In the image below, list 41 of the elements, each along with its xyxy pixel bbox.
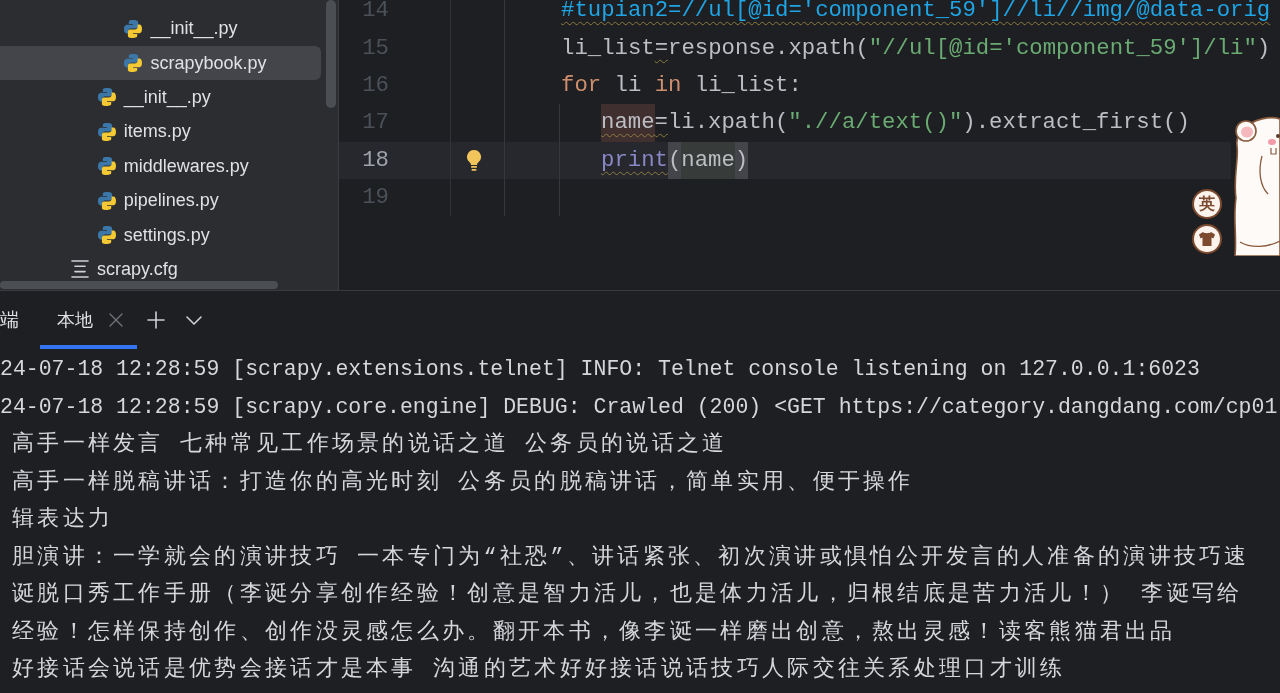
tree-item[interactable]: __init__.py [96, 86, 211, 109]
lightbulb-icon[interactable] [466, 149, 482, 172]
python-file-icon [123, 18, 144, 39]
chevron-down-icon[interactable] [186, 315, 202, 325]
tree-item[interactable]: scrapybook.py [0, 46, 321, 81]
python-file-icon [96, 190, 117, 211]
terminal-line: 高手一样脱稿讲话：打造你的高光时刻 公务员的脱稿讲话，简单实用、便于操作 [12, 468, 914, 496]
line-number: 18 [361, 145, 389, 175]
terminal-line: 24-07-18 12:28:59 [scrapy.core.engine] DEBUG: Crawled (200) <GET https://category.dangdang.com/cp01 [0, 393, 1278, 421]
terminal-line: 高手一样发言 七种常见工作场景的说话之道 公务员的说话之道 [12, 430, 728, 458]
tree-item[interactable]: items.py [96, 120, 191, 143]
terminal-line: 经验！怎样保持创作、创作没灵感怎么办。翻开本书，像李诞一样磨出创意，熬出灵感！读客熊猫君出品 [12, 618, 1176, 646]
terminal-line: 24-07-18 12:28:59 [scrapy.extensions.telnet] INFO: Telnet console listening on 127.0.0.1:6023 [0, 356, 1200, 383]
code-line: for li in li_list: [561, 71, 802, 100]
terminal-line: 好接话会说话是优势会接话才是本事 沟通的艺术好好接话说话技巧人际交往关系处理口才训练 [12, 655, 1066, 683]
python-file-icon [96, 225, 117, 246]
tree-item[interactable]: middlewares.py [96, 155, 249, 178]
python-file-icon [96, 121, 117, 142]
tree-item[interactable]: pipelines.py [96, 189, 219, 212]
code-line: name=li.xpath(".//a/text()").extract_first() [601, 104, 1190, 142]
python-file-icon [123, 53, 144, 74]
plus-icon[interactable] [147, 311, 165, 329]
shirt-icon[interactable] [1192, 224, 1222, 254]
tree-item[interactable]: settings.py [96, 224, 210, 247]
code-line: li_list=response.xpath("//ul[@id='component_59']/li") [561, 33, 1271, 63]
code-line: print(name) [601, 141, 749, 179]
python-file-icon [96, 87, 117, 108]
ime-mode-button[interactable]: 英 [1192, 189, 1222, 219]
tree-item[interactable]: __init__.py [123, 17, 238, 40]
python-file-icon [96, 156, 117, 177]
terminal-line: 诞脱口秀工作手册（李诞分享创作经验！创意是智力活儿，也是体力活儿，归根结底是苦力活儿！） 李诞写给 [12, 580, 1243, 608]
lines-icon [70, 259, 90, 280]
code-line: #tupian2=//ul[@id='component_59']//li//img/@data-orig [561, 0, 1271, 26]
horizontal-scrollbar[interactable] [0, 281, 278, 289]
terminal-tab[interactable]: 本地 [40, 291, 137, 349]
vertical-scrollbar[interactable] [326, 0, 336, 108]
panel-title: 端 [0, 308, 20, 332]
close-icon[interactable] [109, 313, 123, 327]
terminal-line: 胆演讲：一学就会的演讲技巧 一本专门为“社恐”、讲话紧张、初次演讲或惧怕公开发言的人准备的演讲技巧速 [12, 543, 1250, 571]
terminal-line: 辑表达力 [12, 506, 114, 533]
tree-item[interactable]: scrapy.cfg [70, 258, 178, 281]
